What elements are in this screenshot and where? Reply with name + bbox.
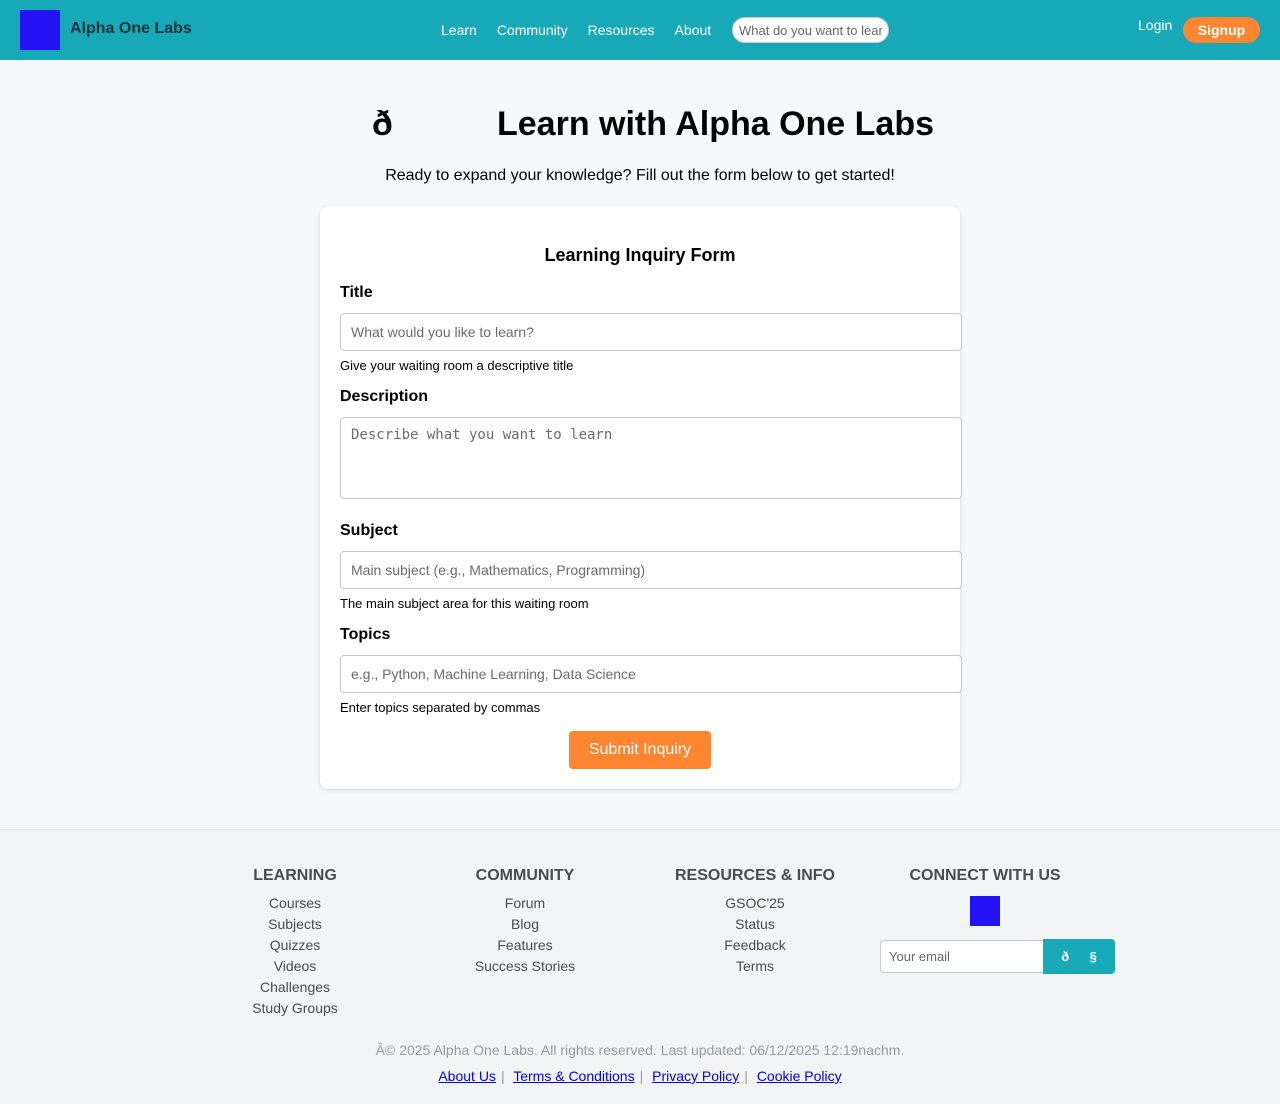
page-subtitle: Ready to expand your knowledge? Fill out… — [385, 167, 895, 184]
legal-link-cookie[interactable]: Cookie Policy — [757, 1068, 842, 1084]
page-title: Learn with Alpha One Labs — [497, 105, 935, 143]
form-title: Learning Inquiry Form — [544, 245, 736, 265]
copyright-text: Â© 2025 Alpha One Labs. All rights reser… — [375, 1042, 905, 1058]
footer-link-status[interactable]: Status — [655, 914, 855, 935]
nav-about[interactable]: About — [675, 22, 712, 38]
subject-input[interactable] — [340, 551, 962, 589]
description-label: Description — [340, 388, 429, 405]
subscribe-glyph-1: ð — [1061, 949, 1070, 964]
footer-link-terms[interactable]: Terms — [655, 956, 855, 977]
legal-link-privacy[interactable]: Privacy Policy — [652, 1068, 739, 1084]
footer-link-videos[interactable]: Videos — [195, 956, 395, 977]
footer-connect-heading: CONNECT WITH US — [909, 867, 1061, 884]
brand-name[interactable]: Alpha One Labs — [70, 20, 192, 38]
newsletter-email-input[interactable] — [880, 940, 1044, 973]
legal-link-terms[interactable]: Terms & Conditions — [513, 1068, 634, 1084]
footer-link-forum[interactable]: Forum — [425, 893, 625, 914]
subject-label: Subject — [340, 522, 398, 539]
social-icon[interactable] — [970, 896, 1000, 926]
legal-link-about[interactable]: About Us — [438, 1068, 496, 1084]
nav-links: Learn Community Resources About — [441, 22, 711, 38]
nav-search-input[interactable] — [732, 17, 889, 43]
submit-inquiry-button[interactable]: Submit Inquiry — [569, 731, 711, 769]
footer-connect-column: CONNECT WITH US — [885, 865, 1085, 893]
footer-community-column: COMMUNITY Forum Blog Features Success St… — [425, 865, 625, 977]
subscribe-glyph-2: § — [1089, 949, 1097, 964]
footer-link-subjects[interactable]: Subjects — [195, 914, 395, 935]
legal-links: About Us | Terms & Conditions | Privacy Po… — [0, 1068, 1280, 1084]
legal-separator: | — [639, 1068, 644, 1084]
legal-separator: | — [744, 1068, 748, 1084]
footer-link-challenges[interactable]: Challenges — [195, 977, 395, 998]
title-help: Give your waiting room a descriptive tit… — [340, 358, 574, 373]
footer-link-success-stories[interactable]: Success Stories — [425, 956, 625, 977]
footer-link-features[interactable]: Features — [425, 935, 625, 956]
footer-link-courses[interactable]: Courses — [195, 893, 395, 914]
signup-button[interactable]: Signup — [1183, 17, 1260, 43]
topics-input[interactable] — [340, 655, 962, 693]
footer-resources-heading: RESOURCES & INFO — [674, 867, 835, 884]
footer-link-gsoc[interactable]: GSOC'25 — [655, 893, 855, 914]
logo-icon[interactable] — [20, 10, 60, 50]
subject-help: The main subject area for this waiting r… — [340, 596, 589, 611]
top-navbar: Alpha One Labs Learn Community Resources… — [0, 0, 1280, 60]
footer-link-blog[interactable]: Blog — [425, 914, 625, 935]
footer-community-heading: COMMUNITY — [475, 867, 575, 884]
hero-emoji: ð — [372, 105, 393, 143]
topics-label: Topics — [340, 626, 391, 643]
footer-link-feedback[interactable]: Feedback — [655, 935, 855, 956]
title-label: Title — [340, 284, 373, 301]
topics-help: Enter topics separated by commas — [340, 700, 541, 715]
nav-community[interactable]: Community — [497, 22, 568, 38]
legal-separator: | — [500, 1068, 505, 1084]
title-input[interactable] — [340, 313, 962, 351]
newsletter-subscribe-button[interactable]: ð § — [1043, 939, 1115, 974]
footer-learning-column: LEARNING Courses Subjects Quizzes Videos… — [195, 865, 395, 1019]
nav-resources[interactable]: Resources — [588, 22, 655, 38]
footer-link-quizzes[interactable]: Quizzes — [195, 935, 395, 956]
login-link[interactable]: Login — [1138, 17, 1172, 33]
footer-resources-column: RESOURCES & INFO GSOC'25 Status Feedback… — [655, 865, 855, 977]
footer-learning-heading: LEARNING — [253, 867, 337, 884]
description-textarea[interactable] — [340, 417, 962, 499]
nav-learn[interactable]: Learn — [441, 22, 477, 38]
footer-link-study-groups[interactable]: Study Groups — [195, 998, 395, 1019]
